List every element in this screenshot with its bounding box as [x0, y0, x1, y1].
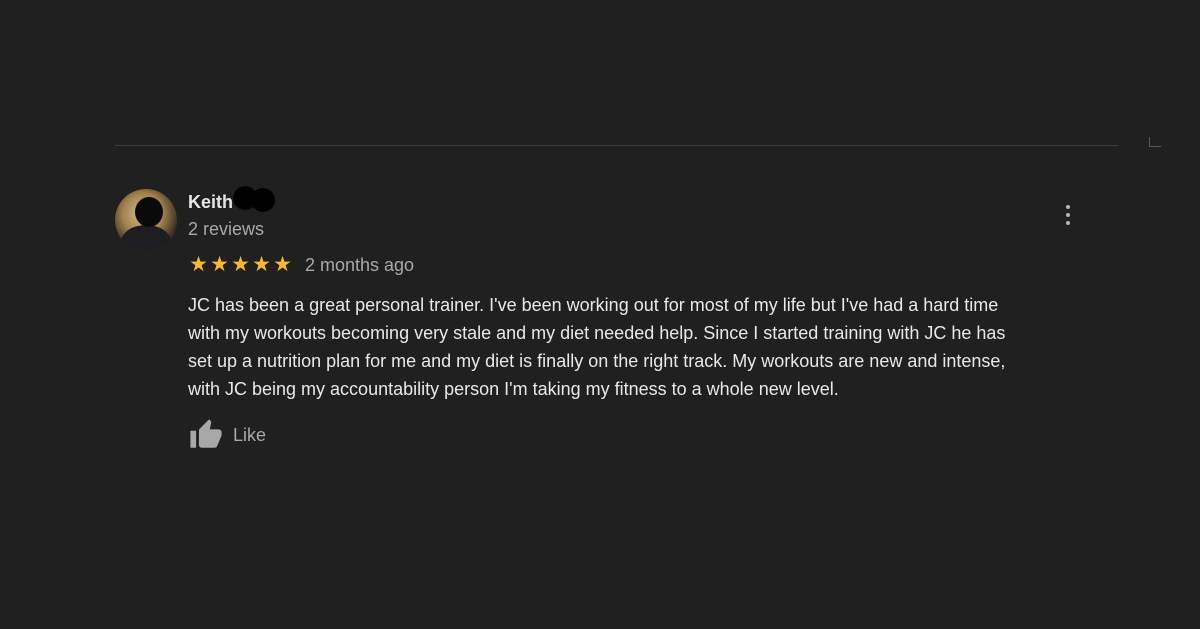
corner-mark: [1149, 137, 1161, 147]
star-icon: ★: [273, 253, 292, 276]
star-rating: ★ ★ ★ ★ ★: [188, 254, 293, 276]
star-icon: ★: [189, 253, 208, 276]
avatar-redaction: [135, 197, 163, 227]
author-name[interactable]: Keith: [188, 192, 233, 213]
avatar[interactable]: [115, 189, 177, 251]
like-label: Like: [233, 424, 267, 445]
review-page: Keith 2 reviews ★ ★ ★ ★ ★ 2 months ago JC ha…: [0, 0, 1200, 629]
star-icon: ★: [210, 253, 229, 276]
review-date: 2 months ago: [305, 254, 415, 275]
review-text: JC has been a great personal trainer. I'…: [188, 295, 1006, 399]
rating-row: ★ ★ ★ ★ ★ 2 months ago: [188, 254, 414, 276]
star-icon: ★: [231, 253, 250, 276]
star-icon: ★: [252, 253, 271, 276]
more-options-button[interactable]: [1060, 203, 1076, 227]
name-redaction: [233, 186, 277, 212]
divider: [115, 145, 1118, 146]
avatar-shoulders: [121, 225, 171, 251]
author-review-count[interactable]: 2 reviews: [188, 219, 264, 240]
thumbs-up-icon: [190, 419, 222, 448]
like-button[interactable]: Like: [188, 418, 266, 452]
more-vert-icon: [1066, 205, 1070, 209]
